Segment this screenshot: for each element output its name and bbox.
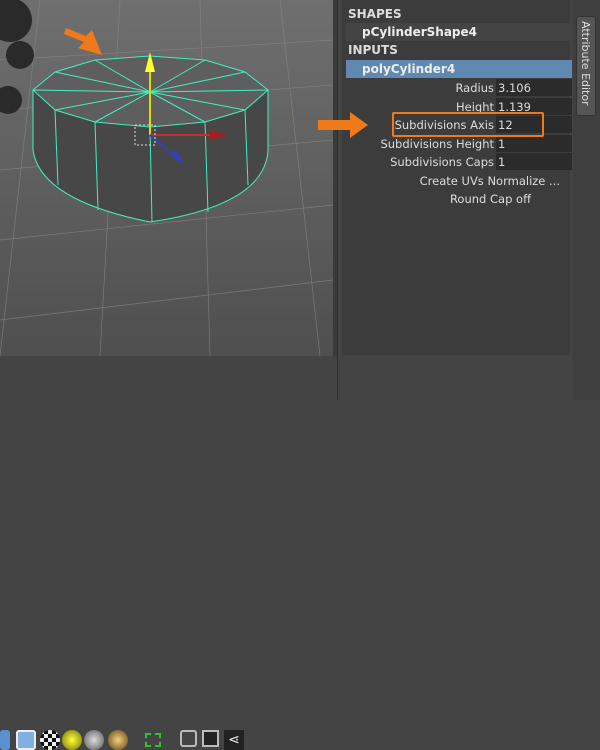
- cube-view-icon[interactable]: [180, 730, 197, 747]
- subdivisions-caps-row: Subdivisions Caps 1: [342, 153, 572, 171]
- round-cap-value[interactable]: Round Cap off: [450, 190, 531, 208]
- material-icon[interactable]: [108, 730, 128, 750]
- share-icon[interactable]: ⋖: [224, 730, 244, 750]
- arrow-annotation-icon: [318, 112, 368, 138]
- inputs-header: INPUTS: [348, 43, 398, 57]
- shadows-icon[interactable]: [84, 730, 104, 750]
- attribute-editor-tab-label: Attribute Editor: [579, 21, 592, 106]
- input-node-selected[interactable]: polyCylinder4: [346, 60, 572, 78]
- subdivisions-caps-field[interactable]: 1: [496, 153, 572, 170]
- shape-node[interactable]: pCylinderShape4: [346, 23, 572, 41]
- subdivisions-caps-label: Subdivisions Caps: [390, 155, 494, 169]
- create-uvs-value[interactable]: Create UVs Normalize ...: [420, 172, 560, 190]
- select-tool-icon[interactable]: [145, 733, 161, 747]
- subdivisions-height-label: Subdivisions Height: [380, 137, 494, 151]
- 3d-viewport[interactable]: [0, 0, 333, 356]
- side-tab-bar: Attribute Editor: [573, 0, 600, 400]
- subdivisions-height-field[interactable]: 1: [496, 135, 572, 152]
- round-cap-row: Round Cap off: [342, 190, 570, 208]
- radius-field[interactable]: 3.106: [496, 79, 572, 96]
- scene: [0, 0, 333, 356]
- shaded-cube-icon[interactable]: [0, 730, 10, 750]
- isolate-icon[interactable]: [202, 730, 219, 747]
- radius-row: Radius 3.106: [342, 79, 572, 97]
- attribute-editor-tab[interactable]: Attribute Editor: [576, 16, 596, 116]
- create-uvs-row: Create UVs Normalize ...: [342, 172, 570, 190]
- wireframe-on-shaded-icon[interactable]: [16, 730, 36, 750]
- textured-icon[interactable]: [40, 730, 60, 750]
- lighting-icon[interactable]: [62, 730, 82, 750]
- shapes-header: SHAPES: [348, 7, 402, 21]
- attribute-editor-panel: SHAPES pCylinderShape4 INPUTS polyCylind…: [337, 0, 573, 400]
- arrow-annotation-icon: [64, 28, 102, 55]
- radius-label: Radius: [455, 81, 494, 95]
- highlight-box: [392, 112, 544, 137]
- toolbar: ⋖: [0, 356, 337, 750]
